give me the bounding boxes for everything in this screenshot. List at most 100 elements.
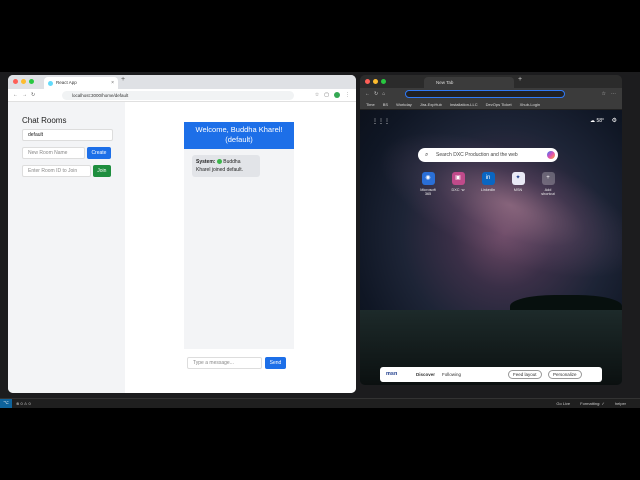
chrome-window: React App × + ← → ↻ localhost:3000/home/…	[8, 75, 356, 393]
chat-header: Welcome, Buddha Kharel! (default)	[184, 122, 294, 149]
menu-icon[interactable]: ⋮	[345, 92, 350, 98]
close-tab-icon[interactable]: ×	[111, 77, 114, 89]
go-live-button[interactable]: Go Live	[556, 401, 570, 406]
tab-bar: New Tab +	[360, 75, 622, 88]
back-icon[interactable]: ←	[365, 91, 370, 97]
maximize-window-button[interactable]	[29, 79, 34, 84]
msn-feed-bar: msn Discover Following Feed layout Perso…	[380, 367, 602, 382]
shortcuts: ◉ Microsoft 365 ▣ DXC ·w in LinkedIn ✦ M…	[418, 172, 558, 196]
react-icon	[48, 81, 53, 86]
window-controls	[13, 79, 34, 84]
extensions-icon[interactable]: ▢	[324, 92, 329, 98]
tab-bar: React App × +	[8, 75, 356, 89]
shortcut-label: Microsoft 365	[420, 188, 436, 196]
shortcut-add[interactable]: + Add shortcut	[538, 172, 558, 196]
maximize-window-button[interactable]	[381, 79, 386, 84]
new-tab-background: ⋮⋮⋮ ☁ 58° ⚙ ⌕ Search DXC Production and …	[360, 110, 622, 385]
formatting-indicator[interactable]: Formatting: ✓	[580, 401, 605, 406]
weather-widget[interactable]: ☁ 58°	[590, 118, 604, 124]
back-icon[interactable]: ←	[13, 92, 18, 98]
menu-icon[interactable]: ⋯	[611, 91, 616, 97]
bookmark-item[interactable]: Workday	[396, 100, 412, 109]
editor-status-bar: ⌥ ⊗ 0 ⚠ 0 Go Live Formatting: ✓ helper	[0, 398, 640, 408]
shortcut-microsoft-365[interactable]: ◉ Microsoft 365	[418, 172, 438, 196]
edge-window: New Tab + ← ↻ ⌂ ☆ ⋯ Time BS Workday Jira…	[360, 75, 622, 385]
bookmark-item[interactable]: Xhub-Login	[520, 100, 540, 109]
toolbar: ← ↻ ⌂ ☆ ⋯	[360, 88, 622, 100]
profile-avatar[interactable]	[334, 92, 340, 98]
bookmark-item[interactable]: Jira-ExpHub	[420, 100, 442, 109]
reload-icon[interactable]: ↻	[374, 91, 378, 97]
home-icon[interactable]: ⌂	[382, 91, 385, 97]
apps-grid-icon[interactable]: ⋮⋮⋮	[372, 118, 390, 125]
bookmark-item[interactable]: Time	[366, 100, 375, 109]
shortcut-label: MSN	[513, 188, 523, 192]
tab-title: New Tab	[436, 80, 454, 85]
url-text: localhost:3000/home/default	[72, 93, 129, 98]
current-room-item[interactable]: default	[22, 129, 113, 141]
react-app: Chat Rooms default New Room Name Create …	[8, 102, 356, 393]
tab-following[interactable]: Following	[442, 372, 461, 377]
reload-icon[interactable]: ↻	[31, 92, 35, 98]
feed-layout-button[interactable]: Feed layout	[508, 370, 542, 379]
window-controls	[365, 79, 386, 84]
search-box[interactable]: ⌕ Search DXC Production and the web	[418, 148, 558, 162]
create-button[interactable]: Create	[86, 147, 111, 159]
room-id-input[interactable]: Enter Room ID to Join	[22, 165, 91, 177]
bookmark-item[interactable]: Installation-LLC	[450, 100, 478, 109]
address-bar[interactable]: localhost:3000/home/default	[62, 91, 294, 100]
sidebar: Chat Rooms default New Room Name Create …	[8, 102, 125, 393]
message-item: System: Buddha Kharel joined default.	[192, 155, 260, 177]
linkedin-icon: in	[481, 172, 495, 185]
weather-temp: 58°	[596, 118, 604, 124]
copilot-icon[interactable]	[547, 151, 555, 159]
personalize-button[interactable]: Personalize	[548, 370, 582, 379]
close-window-button[interactable]	[365, 79, 370, 84]
bookmark-item[interactable]: DevOps Ticket	[486, 100, 512, 109]
sidebar-title: Chat Rooms	[22, 116, 67, 125]
search-placeholder: Search DXC Production and the web	[436, 152, 518, 158]
tab-react-app[interactable]: React App ×	[44, 77, 118, 89]
address-bar[interactable]	[405, 90, 565, 98]
msn-icon: ✦	[511, 172, 525, 185]
shortcut-label: Add shortcut	[541, 188, 555, 196]
compose-bar: Type a message... Send	[187, 357, 286, 369]
join-button[interactable]: Join	[92, 165, 111, 177]
gear-icon[interactable]: ⚙	[612, 117, 617, 124]
plus-icon: +	[541, 172, 555, 185]
minimize-window-button[interactable]	[373, 79, 378, 84]
message-sender: System:	[196, 159, 216, 165]
helper-indicator[interactable]: helper	[615, 401, 626, 406]
remote-icon[interactable]: ⌥	[0, 399, 12, 408]
shortcut-label: DXC ·w	[451, 188, 465, 192]
message-input[interactable]: Type a message...	[187, 357, 262, 369]
tab-discover[interactable]: Discover	[416, 372, 435, 377]
shortcut-msn[interactable]: ✦ MSN	[508, 172, 528, 196]
toolbar: ← → ↻ localhost:3000/home/default ☆ ▢ ⋮	[8, 89, 356, 102]
tab-title: React App	[56, 80, 77, 85]
milky-way-image	[360, 110, 622, 309]
desktop: React App × + ← → ↻ localhost:3000/home/…	[0, 0, 640, 480]
problems-indicator[interactable]: ⊗ 0 ⚠ 0	[16, 401, 31, 406]
tab-new-tab[interactable]: New Tab	[424, 77, 514, 88]
chat-panel: Welcome, Buddha Kharel! (default) System…	[184, 122, 294, 349]
shortcut-linkedin[interactable]: in LinkedIn	[478, 172, 498, 196]
new-room-input[interactable]: New Room Name	[22, 147, 85, 159]
new-tab-button[interactable]: +	[518, 76, 522, 83]
shortcut-dxc[interactable]: ▣ DXC ·w	[448, 172, 468, 196]
shortcut-label: LinkedIn	[480, 188, 496, 192]
chat-area: Welcome, Buddha Kharel! (default) System…	[125, 102, 356, 393]
minimize-window-button[interactable]	[21, 79, 26, 84]
bookmarks-bar: Time BS Workday Jira-ExpHub Installation…	[360, 100, 622, 110]
search-icon: ⌕	[425, 152, 429, 158]
star-icon[interactable]: ☆	[602, 91, 606, 97]
msn-logo[interactable]: msn	[386, 371, 397, 377]
office-icon: ◉	[421, 172, 435, 185]
star-icon[interactable]: ☆	[315, 92, 319, 98]
green-circle-icon	[216, 159, 222, 165]
new-tab-button[interactable]: +	[121, 76, 125, 83]
bookmark-item[interactable]: BS	[383, 100, 388, 109]
send-button[interactable]: Send	[265, 357, 286, 369]
close-window-button[interactable]	[13, 79, 18, 84]
forward-icon[interactable]: →	[22, 92, 27, 98]
